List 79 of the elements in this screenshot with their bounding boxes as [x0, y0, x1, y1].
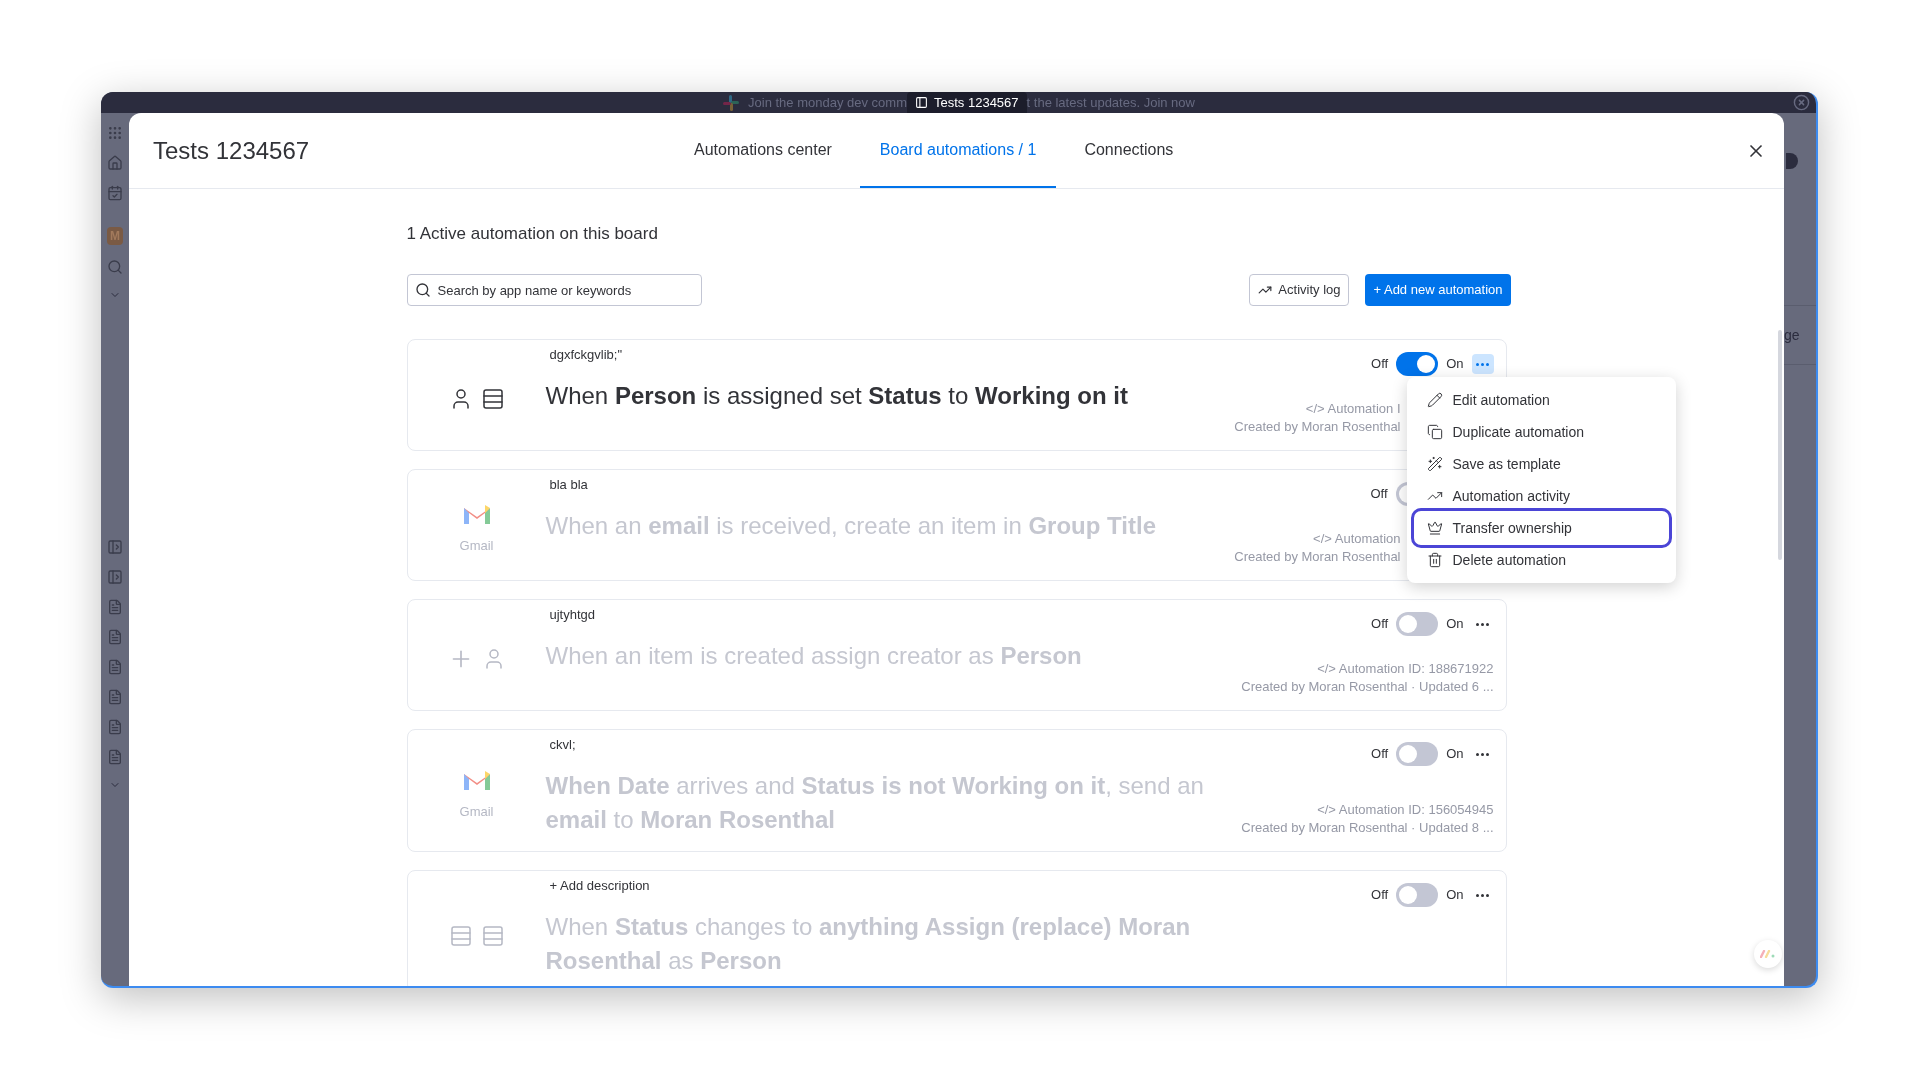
menu-item[interactable]: Automation activity — [1414, 480, 1668, 512]
automation-name[interactable]: ujtyhtgd — [545, 607, 596, 623]
side-text: ge — [1784, 325, 1800, 345]
menu-item[interactable]: Duplicate automation — [1414, 416, 1668, 448]
automation-sentence: When Status changes to anything Assign (replace) Moran Rosenthal as Person — [545, 912, 1192, 976]
automation-sentence: When an item is created assign creator as Person — [545, 641, 1083, 671]
document-icon[interactable] — [107, 689, 123, 705]
document-icon[interactable] — [107, 749, 123, 765]
automation-name[interactable]: + Add description — [545, 878, 650, 894]
panel-icon — [915, 96, 928, 109]
gmail-icon — [461, 502, 492, 527]
modal-title: Tests 1234567 — [153, 135, 310, 166]
logo-icon — [1760, 950, 1776, 958]
app-label: Gmail — [459, 537, 494, 556]
automation-meta: </> Automation — [1313, 530, 1401, 548]
automation-meta: Created by Moran Rosenthal · Updated 8 ... — [1241, 819, 1494, 837]
board-icon[interactable] — [107, 539, 123, 555]
board-icon[interactable] — [107, 569, 123, 585]
avatar-icon[interactable] — [1786, 153, 1798, 169]
automation-name[interactable]: bla bla — [545, 477, 588, 493]
calendar-icon[interactable] — [107, 185, 123, 201]
chat-logo-icon — [722, 93, 741, 112]
banner-text: t the latest updates. Join now — [1026, 93, 1195, 112]
table-icon — [480, 387, 505, 411]
grid-icon[interactable] — [107, 125, 123, 141]
automation-sentence: When an email is received, create an item in Group Title — [545, 511, 1157, 541]
search-icon — [414, 282, 431, 298]
on-label: On — [1446, 886, 1464, 905]
off-label: Off — [1371, 615, 1389, 634]
document-icon[interactable] — [107, 599, 123, 615]
off-label: Off — [1371, 355, 1389, 374]
off-label: Off — [1371, 886, 1389, 905]
toggle-switch[interactable] — [1396, 883, 1439, 907]
toggle-switch[interactable] — [1396, 742, 1439, 766]
document-icon[interactable] — [107, 659, 123, 675]
menu-item[interactable]: Transfer ownership — [1414, 512, 1668, 544]
pencil-icon — [1426, 392, 1443, 408]
table-icon — [448, 923, 473, 948]
automation-meta: </> Automation ID: 188671922 — [1317, 660, 1494, 678]
toggle-switch[interactable] — [1396, 612, 1439, 636]
automation-sentence: When Date arrives and Status is not Working on it, send an email to Moran Rosenthal — [545, 771, 1205, 835]
document-icon[interactable] — [107, 719, 123, 735]
search-field[interactable]: Search by app name or keywords — [406, 274, 702, 306]
automation-name[interactable]: ckvl; — [545, 737, 576, 753]
document-icon[interactable] — [107, 629, 123, 645]
on-label: On — [1446, 355, 1464, 374]
toggle-switch[interactable] — [1396, 352, 1439, 376]
menu-item[interactable]: Edit automation — [1414, 384, 1668, 416]
menu-item[interactable]: Save as template — [1414, 448, 1668, 480]
activity-log-button[interactable]: Activity log — [1249, 274, 1350, 306]
tab[interactable]: Connections — [1064, 113, 1194, 188]
automation-name[interactable]: dgxfckgvlib;" — [545, 347, 623, 363]
trash-icon — [1426, 552, 1443, 568]
tab[interactable]: Automations center — [674, 113, 852, 188]
add-automation-button[interactable]: + Add new automation — [1365, 274, 1511, 306]
more-button[interactable] — [1471, 354, 1494, 374]
menu-item[interactable]: Delete automation — [1414, 544, 1668, 576]
banner-text: Join the monday dev comm — [748, 93, 907, 112]
app-label: Gmail — [459, 802, 494, 821]
automation-sentence: When Person is assigned set Status to Working on it — [545, 381, 1129, 411]
tab[interactable]: Board automations / 1 — [859, 113, 1057, 188]
search-icon[interactable] — [107, 259, 123, 275]
automation-meta: Created by Moran Rosenthal — [1234, 548, 1401, 566]
summary-text: 1 Active automation on this board — [406, 223, 659, 245]
on-label: On — [1446, 745, 1464, 764]
copy-icon — [1426, 424, 1443, 440]
crown-icon — [1426, 520, 1443, 536]
automation-meta: Created by Moran Rosenthal · Updated 6 ... — [1241, 678, 1494, 696]
off-label: Off — [1371, 745, 1389, 764]
automation-meta: Created by Moran Rosenthal — [1234, 418, 1401, 436]
on-label: On — [1446, 615, 1464, 634]
wand-icon — [1426, 456, 1443, 472]
assistant-button[interactable] — [1754, 940, 1782, 968]
off-label: Off — [1370, 485, 1388, 504]
automation-meta: </> Automation I — [1305, 400, 1401, 418]
window-tab[interactable]: Tests 1234567 — [907, 92, 1027, 113]
automation-meta: </> Automation ID: 156054945 — [1317, 801, 1494, 819]
home-icon[interactable] — [107, 155, 123, 171]
table-icon — [480, 923, 505, 948]
